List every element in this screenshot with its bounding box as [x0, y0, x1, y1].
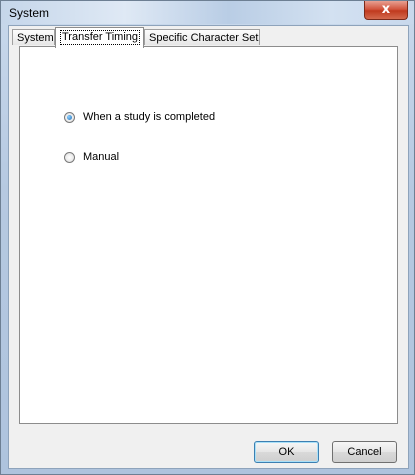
radio-checked-icon[interactable] — [64, 111, 75, 123]
cancel-button[interactable]: Cancel — [332, 441, 397, 463]
tab-specific-character-set[interactable]: Specific Character Set — [144, 29, 260, 45]
tab-label: Specific Character Set — [149, 32, 259, 44]
radio-option-manual[interactable]: Manual — [64, 150, 119, 164]
close-button[interactable]: x — [364, 1, 408, 20]
tab-system[interactable]: System — [12, 29, 55, 45]
tab-label: System — [17, 32, 54, 44]
tab-panel-transfer-timing: When a study is completed Manual — [19, 46, 398, 424]
tab-label: Transfer Timing — [60, 30, 141, 45]
tab-transfer-timing[interactable]: Transfer Timing — [55, 27, 144, 48]
title-bar[interactable]: System x — [1, 1, 414, 24]
radio-unchecked-icon[interactable] — [64, 151, 75, 163]
ok-button[interactable]: OK — [254, 441, 319, 463]
window-title: System — [9, 6, 50, 20]
radio-label: Manual — [83, 151, 120, 163]
radio-option-study-completed[interactable]: When a study is completed — [64, 110, 215, 124]
radio-label: When a study is completed — [83, 111, 216, 123]
close-icon: x — [381, 2, 391, 17]
